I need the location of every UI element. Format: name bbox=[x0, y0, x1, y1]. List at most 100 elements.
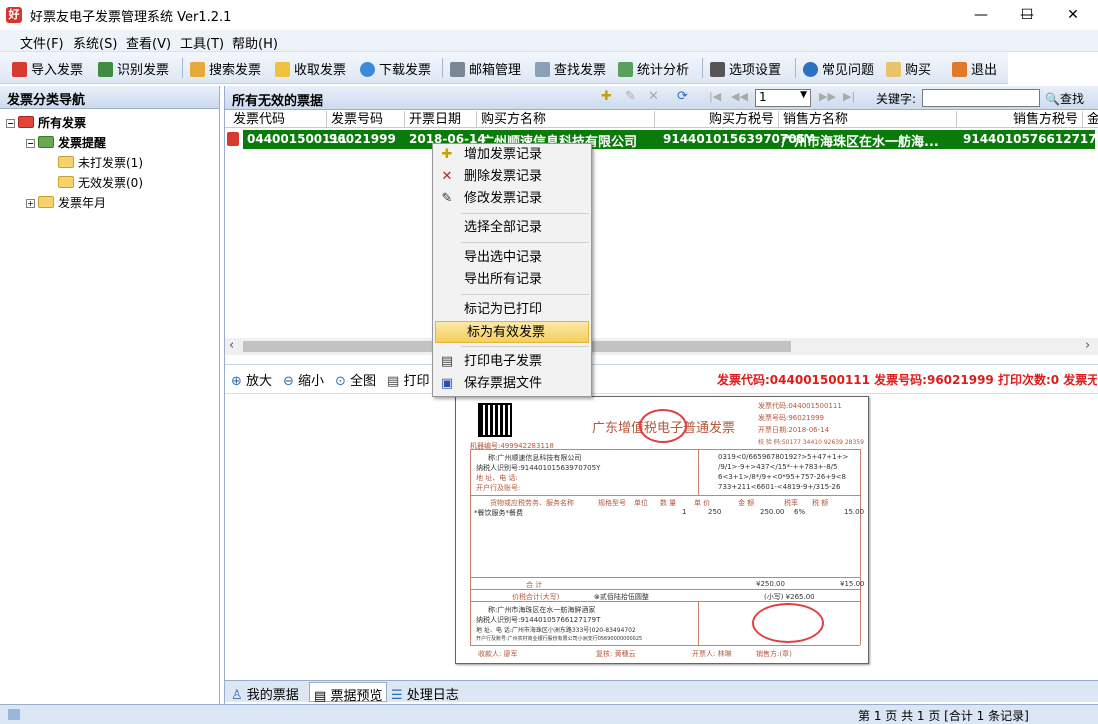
printer-icon: ▤ bbox=[387, 374, 400, 389]
import-invoice-button[interactable]: 导入发票 bbox=[12, 59, 83, 79]
refresh-icon[interactable]: ⟳ bbox=[677, 89, 688, 104]
fit-page-button[interactable]: ⊙ 全图 bbox=[335, 370, 376, 389]
find-icon bbox=[535, 62, 550, 77]
col-seller-tax[interactable]: 销售方税号 bbox=[957, 111, 1083, 128]
horizontal-scrollbar[interactable]: ‹ › bbox=[225, 338, 1098, 355]
col-number[interactable]: 发票号码 bbox=[327, 111, 405, 128]
keyword-input[interactable] bbox=[922, 89, 1040, 107]
scroll-left-icon[interactable]: ‹ bbox=[229, 338, 234, 353]
page-select[interactable]: 1 ▼ bbox=[755, 89, 811, 107]
edit-record-icon[interactable]: ✎ bbox=[625, 89, 636, 104]
minimize-button[interactable]: — bbox=[958, 0, 1004, 30]
tree-root-all[interactable]: − 所有发票 bbox=[6, 114, 86, 131]
menu-select-all[interactable]: 选择全部记录 bbox=[433, 217, 591, 239]
menu-mark-valid[interactable]: 标为有效发票 bbox=[435, 321, 589, 343]
grid-title: 所有无效的票据 bbox=[232, 94, 324, 109]
rate-header: 税率 bbox=[784, 499, 798, 507]
mailbox-button[interactable]: 邮箱管理 bbox=[450, 59, 521, 79]
qr-code bbox=[478, 403, 512, 437]
tab-process-log[interactable]: ☰ 处理日志 bbox=[391, 684, 459, 703]
table-row[interactable]: 044001500111 96021999 2018-06-14 广州顺速信息科… bbox=[243, 130, 1098, 150]
menu-view[interactable]: 查看(V) bbox=[126, 33, 171, 52]
menu-export-selected[interactable]: 导出选中记录 bbox=[433, 247, 591, 269]
menu-print-invoice[interactable]: ▤ 打印电子发票 bbox=[433, 351, 591, 373]
tree-year-month[interactable]: + 发票年月 bbox=[26, 194, 106, 211]
options-button[interactable]: 选项设置 bbox=[710, 59, 781, 79]
col-buyer-tax[interactable]: 购买方税号 bbox=[655, 111, 779, 128]
qty-header: 数 量 bbox=[660, 499, 677, 507]
last-page-icon[interactable]: ▶| bbox=[843, 90, 855, 103]
prev-page-icon[interactable]: ◀◀ bbox=[731, 90, 748, 103]
zoom-out-button[interactable]: ⊖ 缩小 bbox=[283, 370, 324, 389]
print-button[interactable]: ▤ 打印 bbox=[387, 370, 429, 389]
search-button[interactable]: 🔍查找 bbox=[1045, 90, 1084, 107]
tab-my-invoices[interactable]: ♙ 我的票据 bbox=[231, 684, 299, 703]
log-icon: ☰ bbox=[391, 688, 403, 703]
recognize-invoice-button[interactable]: 识别发票 bbox=[98, 59, 169, 79]
frame-line bbox=[470, 495, 860, 496]
cell-seller-tax: 91440105766127179T bbox=[963, 132, 1098, 146]
nav-title: 发票分类导航 bbox=[0, 86, 219, 109]
help-icon bbox=[803, 62, 818, 77]
menu-file[interactable]: 文件(F) bbox=[20, 33, 64, 52]
collapse-icon[interactable]: − bbox=[26, 139, 35, 148]
invoice-info: 发票代码:044001500111 发票号码:96021999 打印次数:0 发… bbox=[717, 373, 1097, 387]
printer-icon: ▤ bbox=[314, 689, 327, 704]
amount-header: 金 额 bbox=[738, 499, 755, 507]
menu-delete-record[interactable]: ✕ 删除发票记录 bbox=[433, 166, 591, 188]
context-menu: ✚ 增加发票记录 ✕ 删除发票记录 ✎ 修改发票记录 选择全部记录 导出选中记录 导出… bbox=[432, 143, 592, 397]
collapse-icon[interactable]: − bbox=[6, 119, 15, 128]
buy-button[interactable]: 购买 bbox=[886, 59, 931, 79]
plus-icon: ✚ bbox=[441, 147, 453, 162]
tab-invoice-preview[interactable]: ▤ 票据预览 bbox=[309, 682, 388, 704]
menu-add-record[interactable]: ✚ 增加发票记录 bbox=[433, 144, 591, 166]
menu-edit-record[interactable]: ✎ 修改发票记录 bbox=[433, 188, 591, 210]
receive-invoice-button[interactable]: 收取发票 bbox=[275, 59, 346, 79]
keyword-label: 关键字: bbox=[876, 92, 917, 106]
toolbar-blank bbox=[1008, 52, 1098, 84]
next-page-icon[interactable]: ▶▶ bbox=[819, 90, 836, 103]
menu-help[interactable]: 帮助(H) bbox=[232, 33, 278, 52]
cell-number: 96021999 bbox=[329, 132, 396, 146]
expand-icon[interactable]: + bbox=[26, 199, 35, 208]
tax-seal bbox=[639, 409, 687, 443]
maximize-button[interactable]: ☐ bbox=[1004, 0, 1050, 30]
save-disk-icon: ▣ bbox=[440, 376, 454, 391]
tree-invalid[interactable]: 无效发票(0) bbox=[58, 174, 143, 191]
col-buyer[interactable]: 购买方名称 bbox=[477, 111, 655, 128]
menu-tools[interactable]: 工具(T) bbox=[180, 33, 224, 52]
seller-seal bbox=[752, 603, 824, 643]
scroll-right-icon[interactable]: › bbox=[1085, 338, 1090, 353]
cipher-1: 0319<0/66596780192?>5+47+1+> bbox=[718, 453, 849, 461]
menu-separator bbox=[461, 213, 589, 214]
menu-system[interactable]: 系统(S) bbox=[73, 33, 117, 52]
tree-unprinted[interactable]: 未打发票(1) bbox=[58, 154, 143, 171]
seller-bank: 开户行及账号:广州农村商业银行股份有限公司小洲支行05690000000025 bbox=[476, 636, 643, 642]
item-qty: 1 bbox=[682, 508, 687, 516]
item-amount: 250.00 bbox=[760, 508, 785, 516]
col-amount[interactable]: 金 bbox=[1083, 111, 1098, 128]
menu-export-all[interactable]: 导出所有记录 bbox=[433, 269, 591, 291]
menu-save-file[interactable]: ▣ 保存票据文件 bbox=[433, 373, 591, 395]
buyer-addr: 地 址、电 话: bbox=[476, 474, 518, 482]
seller-addr: 地 址、电 话:广州市海珠区小洲东路333号(020-83494702 bbox=[476, 627, 636, 634]
spec-header: 规格型号 bbox=[598, 499, 626, 507]
download-invoice-button[interactable]: 下载发票 bbox=[360, 59, 431, 79]
exit-button[interactable]: 退出 bbox=[952, 59, 997, 79]
frame-line bbox=[470, 449, 471, 645]
col-code[interactable]: 发票代码 bbox=[229, 111, 327, 128]
close-button[interactable]: ✕ bbox=[1050, 0, 1096, 30]
sum-tax: ¥15.00 bbox=[840, 580, 865, 588]
col-seller[interactable]: 销售方名称 bbox=[779, 111, 957, 128]
delete-record-icon[interactable]: ✕ bbox=[648, 89, 659, 104]
tree-reminder[interactable]: − 发票提醒 bbox=[26, 134, 106, 151]
zoom-in-button[interactable]: ⊕ 放大 bbox=[231, 370, 272, 389]
statistics-button[interactable]: 统计分析 bbox=[618, 59, 689, 79]
menu-mark-printed[interactable]: 标记为已打印 bbox=[433, 299, 591, 321]
col-date[interactable]: 开票日期 bbox=[405, 111, 477, 128]
search-invoice-button[interactable]: 搜索发票 bbox=[190, 59, 261, 79]
first-page-icon[interactable]: |◀ bbox=[709, 90, 721, 103]
find-invoice-button[interactable]: 查找发票 bbox=[535, 59, 606, 79]
add-record-icon[interactable]: ✚ bbox=[601, 89, 612, 104]
faq-button[interactable]: 常见问题 bbox=[803, 59, 874, 79]
